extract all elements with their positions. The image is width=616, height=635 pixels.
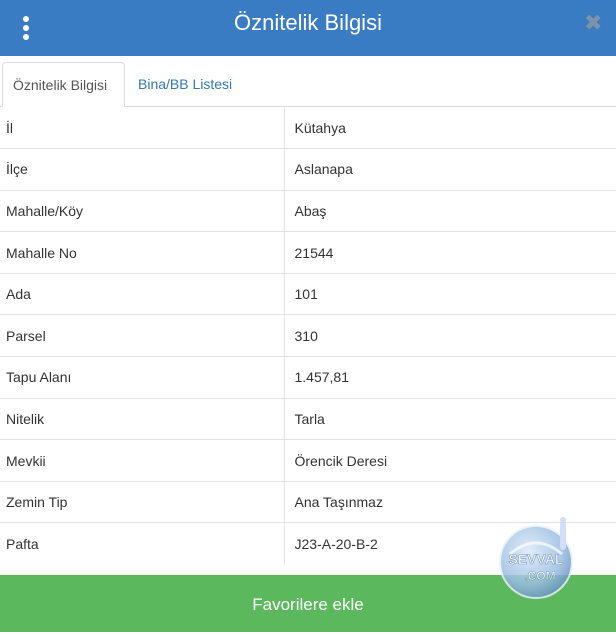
tab-bar: Öznitelik Bilgisi Bina/BB Listesi [0, 56, 616, 107]
attribute-key: Tapu Alanı [0, 356, 285, 399]
table-row: Mahalle/Köy Abaş [0, 189, 616, 232]
table-row: Pafta J23-A-20-B-2 [0, 522, 616, 565]
close-icon[interactable]: ✖ [584, 12, 604, 36]
attribute-key: Ada [0, 272, 285, 315]
attribute-key: Mevkii [0, 439, 285, 482]
attribute-key: Mahalle/Köy [0, 189, 285, 232]
table-row: Ada 101 [0, 272, 616, 315]
table-row: Mahalle No 21544 [0, 231, 616, 274]
attribute-value: 310 [284, 314, 616, 357]
attribute-value: 21544 [284, 231, 616, 274]
table-row: İl Kütahya [0, 107, 616, 149]
table-row: Mevkii Örencik Deresi [0, 439, 616, 482]
attribute-key: Nitelik [0, 397, 285, 440]
table-row: Zemin Tip Ana Taşınmaz [0, 480, 616, 523]
attribute-value: Ana Taşınmaz [284, 480, 616, 523]
attribute-key: Parsel [0, 314, 285, 357]
attribute-key: Mahalle No [0, 231, 285, 274]
attribute-value: Aslanapa [284, 148, 616, 191]
attribute-value: J23-A-20-B-2 [284, 522, 616, 565]
table-row: Parsel 310 [0, 314, 616, 357]
attribute-key: İl [0, 107, 285, 149]
attribute-value: Kütahya [294, 119, 346, 136]
attribute-key: İlçe [0, 148, 285, 191]
attribute-table: İl Kütahya İlçe Aslanapa Mahalle/Köy Aba… [0, 107, 616, 565]
attribute-value: Tarla [284, 397, 616, 440]
tab-building-list[interactable]: Bina/BB Listesi [128, 62, 242, 107]
table-row: İlçe Aslanapa [0, 148, 616, 191]
add-to-favorites-button[interactable]: Favorilere ekle [0, 575, 616, 632]
table-row: Nitelik Tarla [0, 397, 616, 440]
table-row: Tapu Alanı 1.457,81 [0, 356, 616, 399]
tab-attribute-info[interactable]: Öznitelik Bilgisi [2, 62, 125, 107]
attribute-value: 1.457,81 [284, 356, 616, 399]
header-bar: Öznitelik Bilgisi ✖ [0, 0, 616, 56]
attribute-key: Zemin Tip [0, 480, 285, 523]
attribute-key: Pafta [0, 522, 285, 565]
attribute-value: Örencik Deresi [284, 439, 616, 482]
page-title: Öznitelik Bilgisi [234, 10, 382, 35]
attribute-value: Abaş [284, 189, 616, 232]
attribute-value: 101 [284, 272, 616, 315]
